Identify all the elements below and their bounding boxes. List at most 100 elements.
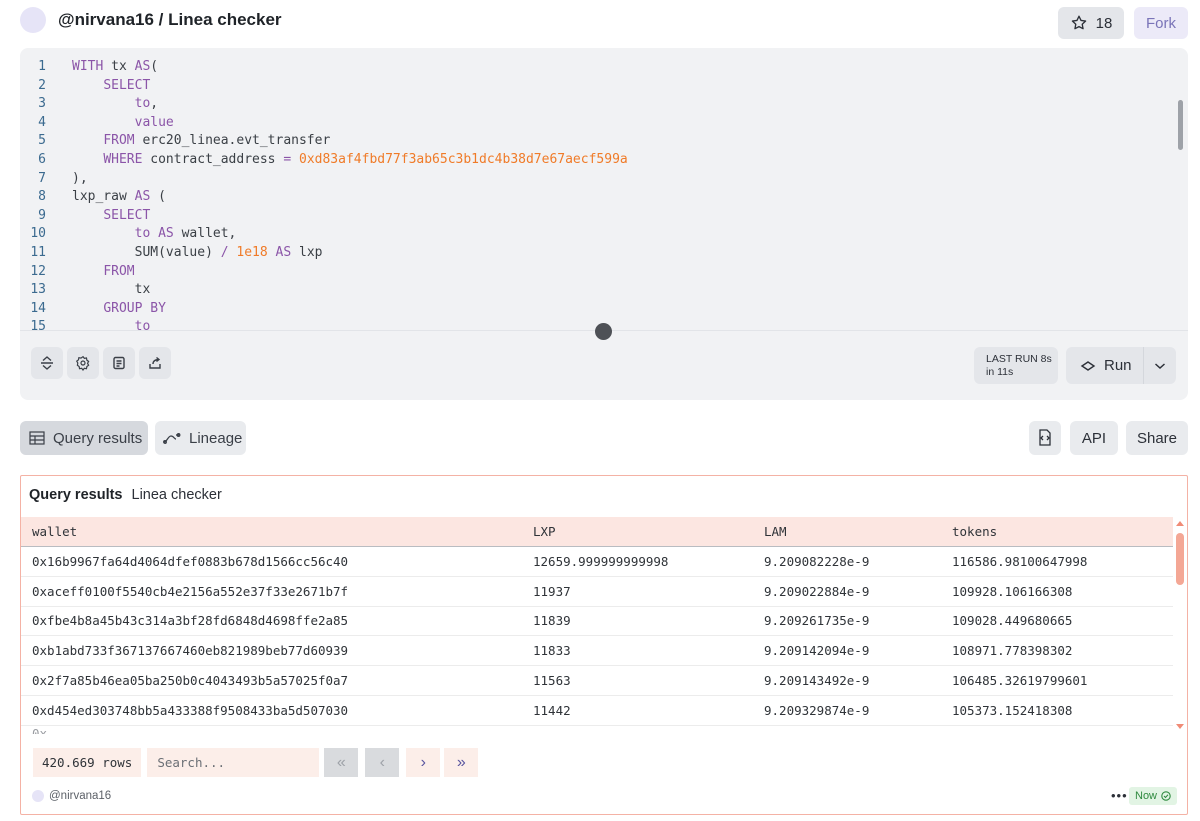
code-line[interactable]: 7), bbox=[20, 170, 1170, 189]
table-row[interactable]: 0xb1abd733f367137667460eb821989beb77d609… bbox=[21, 636, 1173, 667]
code-line[interactable]: 4 value bbox=[20, 114, 1170, 133]
table-row[interactable]: 0xaceff0100f5540cb4e2156a552e37f33e2671b… bbox=[21, 577, 1173, 607]
format-button[interactable] bbox=[103, 347, 135, 379]
cell-lam: 9.209142094e-9 bbox=[764, 643, 870, 659]
code-token: GROUP BY bbox=[103, 300, 166, 316]
column-header-lam[interactable]: LAM bbox=[764, 524, 952, 539]
code-line[interactable]: 3 to, bbox=[20, 95, 1170, 114]
code-text: SUM(value) / 1e18 AS lxp bbox=[46, 244, 323, 263]
run-button[interactable]: Run bbox=[1066, 347, 1144, 384]
code-token: to bbox=[134, 226, 151, 242]
last-page-button[interactable]: » bbox=[444, 748, 479, 777]
code-text: ), bbox=[46, 170, 88, 189]
code-line[interactable]: 13 tx bbox=[20, 281, 1170, 300]
line-number: 5 bbox=[38, 133, 46, 149]
scroll-down-arrow[interactable] bbox=[1176, 724, 1184, 729]
double-chevron-right-icon: » bbox=[456, 753, 466, 771]
cell-wallet: 0xb1abd733f367137667460eb821989beb77d609… bbox=[32, 643, 349, 659]
star-count: 18 bbox=[1095, 14, 1113, 32]
code-text: FROM erc20_linea.evt_transfer bbox=[46, 132, 330, 151]
table-scrollbar[interactable] bbox=[1176, 533, 1184, 585]
code-line[interactable]: 1 WITH tx AS( bbox=[20, 58, 1170, 77]
code-line[interactable]: 11 SUM(value) / 1e18 AS lxp bbox=[20, 244, 1170, 263]
code-token: erc20_linea.evt_transfer bbox=[134, 133, 331, 149]
results-title: Query results bbox=[29, 487, 123, 503]
code-token: lxp bbox=[291, 244, 323, 260]
line-number: 2 bbox=[38, 77, 46, 93]
results-header: Query results Linea checker bbox=[29, 487, 222, 503]
code-line[interactable]: 12 FROM bbox=[20, 263, 1170, 282]
table-row[interactable]: 0xfbe4b8a45b43c314a3bf28fd6848d4698ffe2a… bbox=[21, 607, 1173, 637]
cell-lxp: 12659.999999999998 bbox=[533, 553, 669, 569]
prev-page-button[interactable]: ‹ bbox=[365, 748, 400, 777]
share-button[interactable]: Share bbox=[1126, 421, 1188, 455]
cell-wallet: 0x16b9967fa64d4064dfef0883b678d1566cc56c… bbox=[32, 553, 349, 569]
tab-query-results[interactable]: Query results bbox=[20, 421, 148, 455]
code-line[interactable]: 2 SELECT bbox=[20, 77, 1170, 96]
code-token: AS bbox=[275, 244, 292, 260]
lineage-icon bbox=[163, 433, 181, 444]
code-line[interactable]: 14 GROUP BY bbox=[20, 300, 1170, 319]
editor-scrollbar[interactable] bbox=[1178, 100, 1183, 150]
cell-tokens: 116586.98100647998 bbox=[952, 553, 1088, 569]
more-options-icon[interactable]: ••• bbox=[1111, 788, 1128, 803]
resize-handle[interactable] bbox=[595, 323, 612, 340]
code-line[interactable]: 5 FROM erc20_linea.evt_transfer bbox=[20, 132, 1170, 151]
column-header-wallet[interactable]: wallet bbox=[21, 524, 533, 539]
code-token: tx bbox=[103, 59, 135, 74]
owner-avatar bbox=[32, 790, 44, 802]
scroll-up-arrow[interactable] bbox=[1176, 521, 1184, 526]
expand-collapse-icon bbox=[41, 356, 53, 370]
code-line[interactable]: 9 SELECT bbox=[20, 207, 1170, 226]
page-title[interactable]: @nirvana16 / Linea checker bbox=[58, 10, 282, 30]
chevron-left-icon: ‹ bbox=[379, 753, 385, 771]
table-row[interactable]: 0xd454ed303748bb5a433388f9508433ba5d5070… bbox=[21, 696, 1173, 726]
tab-lineage[interactable]: Lineage bbox=[155, 421, 246, 455]
fork-button[interactable]: Fork bbox=[1134, 7, 1188, 39]
api-button[interactable]: API bbox=[1070, 421, 1118, 455]
line-number: 12 bbox=[30, 263, 46, 279]
next-page-button[interactable]: › bbox=[406, 748, 441, 777]
table-row[interactable]: 0x16b9967fa64d4064dfef0883b678d1566cc56c… bbox=[21, 547, 1173, 577]
code-line[interactable]: 6 WHERE contract_address = 0xd83af4fbd77… bbox=[20, 151, 1170, 170]
star-button[interactable]: 18 bbox=[1058, 7, 1124, 39]
avatar[interactable] bbox=[20, 7, 46, 33]
document-icon bbox=[113, 356, 125, 370]
code-text: WHERE contract_address = 0xd83af4fbd77f3… bbox=[46, 151, 627, 170]
share-query-button[interactable] bbox=[139, 347, 171, 379]
code-editor[interactable]: 1 WITH tx AS(2 SELECT 3 to, 4 value 5 FROM e… bbox=[20, 58, 1170, 330]
first-page-button[interactable]: « bbox=[324, 748, 359, 777]
code-token: tx bbox=[72, 282, 151, 298]
cell-wallet: 0xd454ed303748bb5a433388f9508433ba5d5070… bbox=[32, 702, 349, 718]
expand-button[interactable] bbox=[31, 347, 63, 379]
editor-toolbar bbox=[31, 347, 171, 379]
line-number: 14 bbox=[30, 300, 46, 316]
column-header-lxp[interactable]: LXP bbox=[533, 524, 764, 539]
code-line[interactable]: 8 lxp_raw AS ( bbox=[20, 188, 1170, 207]
code-token: ), bbox=[72, 170, 88, 186]
run-options-dropdown[interactable] bbox=[1144, 359, 1176, 373]
cell-wallet: 0xfbe4b8a45b43c314a3bf28fd6848d4698ffe2a… bbox=[32, 613, 349, 629]
check-circle-icon bbox=[1161, 791, 1171, 801]
download-csv-button[interactable] bbox=[1029, 421, 1061, 455]
code-token: , bbox=[150, 96, 159, 112]
owner-link[interactable]: @nirvana16 bbox=[32, 790, 111, 802]
line-number: 3 bbox=[38, 96, 46, 112]
settings-button[interactable] bbox=[67, 347, 99, 379]
line-number: 7 bbox=[38, 170, 46, 186]
column-header-tokens[interactable]: tokens bbox=[952, 524, 1173, 539]
share-icon bbox=[149, 356, 161, 369]
results-search-input[interactable] bbox=[147, 748, 320, 777]
table-row[interactable]: 0x2f7a85b46ea05ba250b0c4043493b5a57025f0… bbox=[21, 666, 1173, 696]
cell-tokens: 108971.778398302 bbox=[952, 643, 1073, 659]
code-line[interactable]: 10 to AS wallet, bbox=[20, 225, 1170, 244]
